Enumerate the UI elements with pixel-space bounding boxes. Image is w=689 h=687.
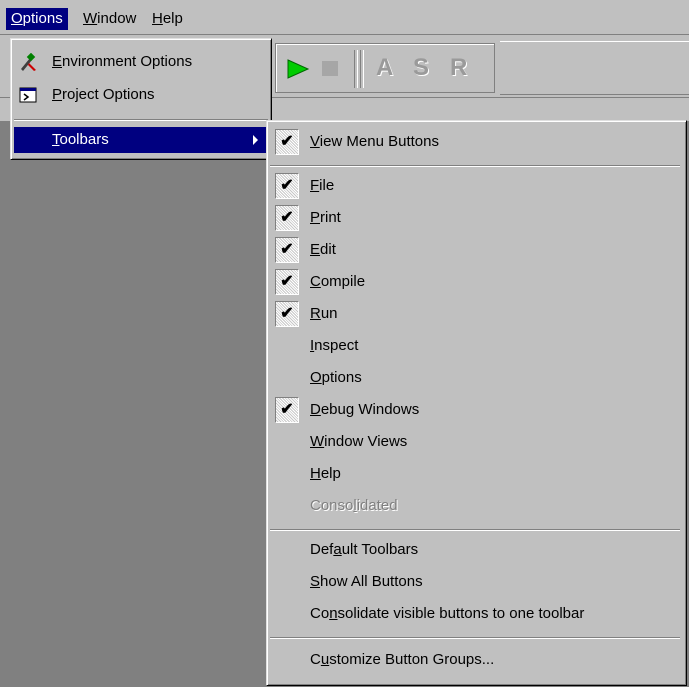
menu-separator (270, 529, 680, 531)
menu-item-print[interactable]: ✔ Print (270, 205, 680, 231)
menu-item-edit[interactable]: ✔ Edit (270, 237, 680, 263)
menu-item-consolidated: Consolidated (310, 497, 398, 514)
menu-item-inspect[interactable]: Inspect (270, 333, 680, 359)
menu-item-toolbars[interactable]: Toolbars (14, 127, 268, 153)
checkmark-icon: ✔ (275, 269, 299, 295)
checkmark-icon: ✔ (275, 173, 299, 199)
checkmark-icon: ✔ (275, 129, 299, 155)
menu-bar: Options Window Help (0, 0, 689, 35)
menu-help[interactable]: Help (147, 8, 188, 30)
r-button[interactable]: R (450, 54, 467, 82)
run-icon[interactable] (286, 58, 310, 80)
menu-separator (270, 637, 680, 639)
menu-separator (14, 119, 268, 121)
menu-separator (270, 165, 680, 167)
menu-item-default-toolbars[interactable]: Default Toolbars (270, 537, 680, 563)
menu-item-environment-options[interactable]: Environment Options (14, 49, 268, 75)
checkmark-icon: ✔ (275, 205, 299, 231)
menu-options[interactable]: Options (6, 8, 68, 30)
environment-options-icon (21, 53, 36, 71)
menu-item-file[interactable]: ✔ File (270, 173, 680, 199)
checkmark-icon: ✔ (275, 301, 299, 327)
s-button[interactable]: S (413, 54, 429, 82)
run-toolbar: A S R (275, 43, 495, 93)
checkmark-icon: ✔ (275, 237, 299, 263)
checkmark-icon: ✔ (275, 397, 299, 423)
menu-item-show-all-buttons[interactable]: Show All Buttons (270, 569, 680, 595)
submenu-arrow-icon (253, 135, 258, 145)
menu-item-run[interactable]: ✔ Run (270, 301, 680, 327)
toolbar-separator (354, 50, 358, 88)
menu-item-options[interactable]: Options (270, 365, 680, 391)
project-options-icon (19, 87, 37, 103)
menu-item-view-menu-buttons[interactable]: ✔ View Menu Buttons (270, 129, 680, 155)
menu-item-customize-button-groups[interactable]: Customize Button Groups... (270, 647, 680, 673)
options-menu: Environment Options Project Options Tool… (10, 38, 272, 160)
toolbar-area (500, 41, 689, 95)
menu-window[interactable]: Window (78, 8, 141, 30)
menu-item-compile[interactable]: ✔ Compile (270, 269, 680, 295)
menu-item-help[interactable]: Help (270, 461, 680, 487)
menu-item-project-options[interactable]: Project Options (14, 82, 268, 108)
menu-item-debug-windows[interactable]: ✔ Debug Windows (270, 397, 680, 423)
toolbar-separator (360, 50, 364, 88)
stop-icon[interactable] (322, 61, 338, 76)
toolbars-submenu: ✔ View Menu Buttons ✔ File ✔ Print ✔ Edi… (266, 120, 687, 686)
a-button[interactable]: A (376, 54, 393, 82)
menu-item-consolidate-buttons[interactable]: Consolidate visible buttons to one toolb… (270, 601, 680, 627)
menu-item-window-views[interactable]: Window Views (270, 429, 680, 455)
